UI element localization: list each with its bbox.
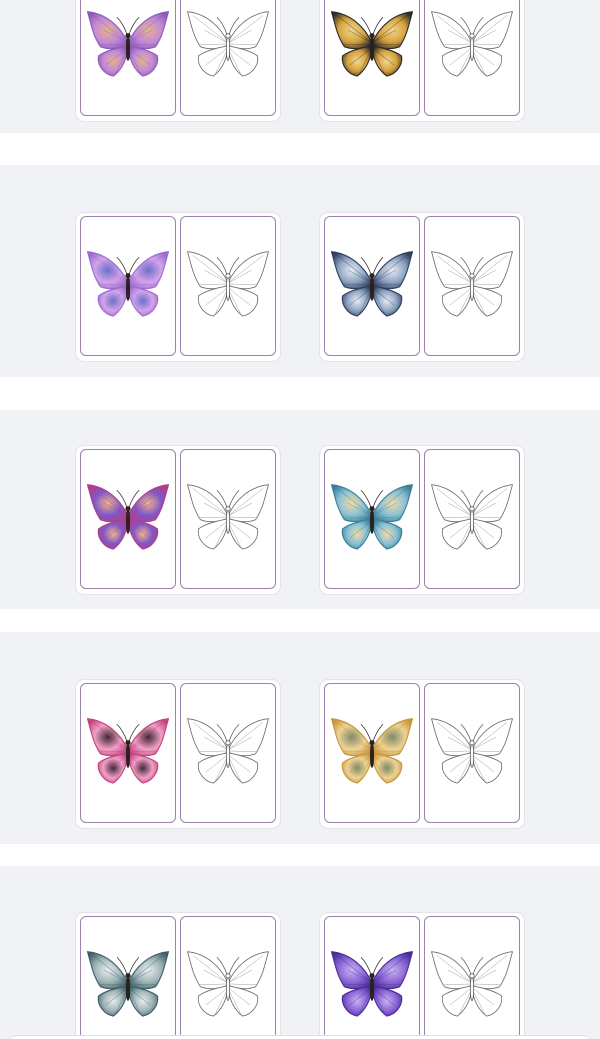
butterfly-pair-deep-purple[interactable] [319,912,525,1039]
line-art-butterfly-icon [187,951,269,1017]
line-art-butterfly-icon [187,251,269,317]
butterfly-pair-slate-blue[interactable] [319,212,525,362]
colored-butterfly-card[interactable] [324,449,420,589]
colored-butterfly-card[interactable] [80,916,176,1039]
colored-butterfly-icon [86,11,170,77]
butterfly-pair-pink-black[interactable] [75,679,281,829]
colored-butterfly-icon [86,251,170,317]
line-art-butterfly-icon [431,11,513,77]
colored-butterfly-card[interactable] [324,0,420,116]
coloring-page-card[interactable] [424,683,520,823]
coloring-page-card[interactable] [424,916,520,1039]
colored-butterfly-icon [330,951,414,1017]
colored-butterfly-card[interactable] [80,216,176,356]
colored-butterfly-icon [330,11,414,77]
line-art-butterfly-icon [187,484,269,550]
colored-butterfly-card[interactable] [324,216,420,356]
butterfly-pair-black-gold[interactable] [319,0,525,122]
butterfly-pair-gray-teal[interactable] [75,912,281,1039]
butterfly-pair-lavender-blue[interactable] [75,212,281,362]
line-art-butterfly-icon [431,951,513,1017]
coloring-page-card[interactable] [180,683,276,823]
coloring-page-card[interactable] [180,216,276,356]
colored-butterfly-icon [330,718,414,784]
bottom-sheet-edge [10,1035,590,1039]
butterfly-pair-teal-cream[interactable] [319,445,525,595]
colored-butterfly-card[interactable] [80,683,176,823]
colored-butterfly-icon [330,251,414,317]
line-art-butterfly-icon [431,251,513,317]
butterfly-pair-violet-gold[interactable] [75,0,281,122]
colored-butterfly-card[interactable] [324,683,420,823]
colored-butterfly-icon [86,718,170,784]
line-art-butterfly-icon [431,484,513,550]
colored-butterfly-card[interactable] [324,916,420,1039]
line-art-butterfly-icon [187,11,269,77]
colored-butterfly-icon [86,484,170,550]
coloring-page-card[interactable] [180,449,276,589]
line-art-butterfly-icon [431,718,513,784]
colored-butterfly-card[interactable] [80,449,176,589]
coloring-page-card[interactable] [424,0,520,116]
coloring-page-card[interactable] [424,216,520,356]
butterfly-pair-magenta-violet[interactable] [75,445,281,595]
colored-butterfly-card[interactable] [80,0,176,116]
line-art-butterfly-icon [187,718,269,784]
butterfly-pair-amber-sage[interactable] [319,679,525,829]
coloring-page-card[interactable] [424,449,520,589]
coloring-page-card[interactable] [180,916,276,1039]
product-image-page [0,0,600,1039]
colored-butterfly-icon [330,484,414,550]
coloring-page-card[interactable] [180,0,276,116]
colored-butterfly-icon [86,951,170,1017]
